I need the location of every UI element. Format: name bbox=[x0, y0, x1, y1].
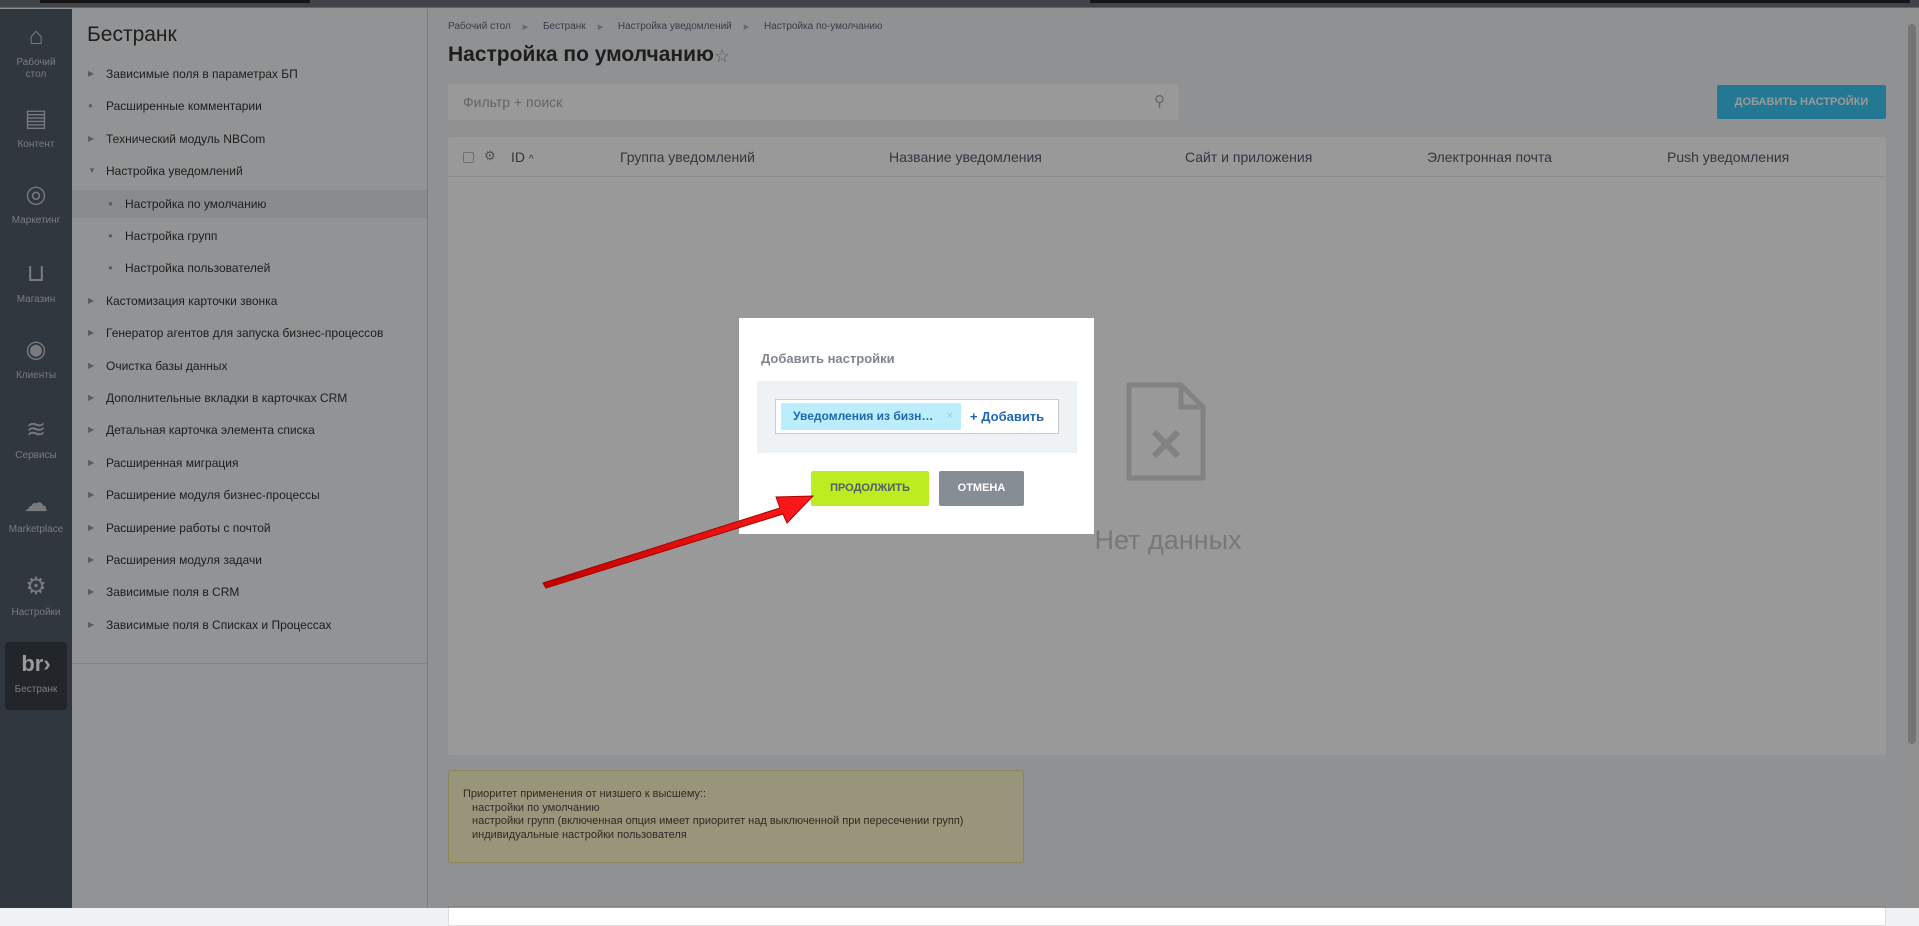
notification-selector[interactable]: Уведомления из бизн… × + Добавить bbox=[775, 399, 1059, 434]
continue-button[interactable]: ПРОДОЛЖИТЬ bbox=[811, 471, 929, 506]
close-icon[interactable]: × bbox=[947, 403, 953, 430]
add-item-link[interactable]: + Добавить bbox=[970, 403, 1044, 430]
bottom-panel bbox=[448, 906, 1886, 926]
selected-tag[interactable]: Уведомления из бизн… × bbox=[781, 403, 961, 430]
cancel-button[interactable]: ОТМЕНА bbox=[939, 471, 1024, 506]
dialog-title: Добавить настройки bbox=[761, 351, 895, 366]
add-settings-dialog: Добавить настройки Уведомления из бизн… ×… bbox=[739, 318, 1094, 534]
